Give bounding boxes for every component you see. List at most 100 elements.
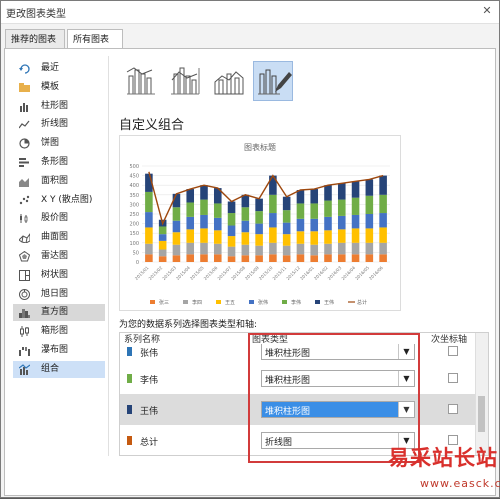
sidebar-item-label: 曲面图 (41, 232, 69, 243)
sidebar-item-label: 树状图 (41, 269, 69, 280)
legend-label: 总计 (357, 299, 367, 306)
bar-segment (269, 213, 277, 228)
clustered-column-line-icon (126, 67, 155, 95)
tab-recommended-charts[interactable]: 推荐的图表 (5, 29, 65, 49)
bar-segment (324, 243, 332, 255)
bar-segment (282, 222, 291, 235)
scrollbar-thumb[interactable] (478, 396, 485, 432)
legend-label: 王五 (225, 300, 235, 306)
y-tick-label: 250 (129, 212, 139, 218)
radar-chart-icon (19, 251, 30, 262)
bar-segment (186, 229, 195, 243)
sidebar-item-label: X Y (散点图) (41, 194, 93, 205)
sidebar-item-radar-chart[interactable]: 雷达图 (13, 248, 105, 265)
secondary-axis-checkbox[interactable] (448, 373, 458, 383)
legend-swatch (150, 300, 155, 304)
sidebar-item-histogram[interactable]: 直方图 (13, 304, 105, 322)
y-tick-label: 350 (129, 193, 139, 199)
bar-segment (351, 228, 360, 243)
panel-divider (108, 56, 109, 456)
bar-segment (310, 231, 319, 245)
sidebar-item-scatter-chart[interactable]: X Y (散点图) (13, 192, 105, 209)
sidebar-item-sunburst[interactable]: 旭日图 (13, 286, 105, 303)
tab-all-charts[interactable]: 所有图表 (67, 29, 123, 49)
y-tick-label: 100 (129, 241, 139, 247)
bar-segment (186, 189, 195, 203)
bar-segment (324, 200, 332, 217)
series-color-swatch (127, 405, 132, 414)
bar-segment (282, 245, 291, 256)
bar-segment (310, 189, 319, 204)
bar-segment (241, 255, 250, 262)
bar-segment (310, 244, 319, 256)
subtype-clustered-column-line-secondary[interactable] (165, 61, 205, 101)
bar-segment (145, 191, 153, 213)
pie-chart-icon (19, 138, 30, 149)
bar-segment (282, 196, 291, 211)
sidebar-item-folder[interactable]: 模板 (13, 79, 105, 96)
bar-segment (324, 230, 332, 244)
bar-segment (200, 185, 208, 200)
sidebar-item-stock-chart[interactable]: 股价图 (13, 210, 105, 227)
scatter-chart-icon (19, 195, 30, 204)
bar-segment (337, 254, 346, 262)
bar-segment (255, 198, 263, 212)
close-icon[interactable]: ✕ (479, 3, 495, 19)
watermark-title: 易采站长站 (388, 446, 498, 470)
bar-segment (351, 242, 360, 255)
sidebar-item-label: 旭日图 (41, 288, 69, 299)
bar-segment (172, 220, 181, 233)
bar-chart-icon (19, 158, 29, 167)
bar-segment (324, 254, 332, 262)
sidebar-item-combo-chart[interactable]: 组合 (13, 360, 105, 378)
bar-segment (365, 254, 374, 262)
secondary-axis-checkbox[interactable] (448, 346, 458, 356)
bar-segment (379, 254, 387, 262)
bar-segment (310, 218, 319, 232)
subtype-stacked-area-column[interactable] (209, 61, 249, 101)
bar-segment (351, 254, 360, 262)
subtype-clustered-column-line[interactable] (121, 61, 161, 101)
bar-segment (172, 207, 181, 221)
y-tick-label: 150 (129, 231, 139, 237)
sidebar-item-recent[interactable]: 最近 (13, 60, 105, 77)
sidebar-item-surface-chart[interactable]: 曲面图 (13, 229, 105, 246)
bar-segment (145, 227, 153, 244)
sidebar-item-pie-chart[interactable]: 饼图 (13, 135, 105, 152)
chart-preview-svg: 图表标题0501001502002503003504004505002015/0… (129, 142, 390, 306)
sidebar-item-line-chart[interactable]: 折线图 (13, 116, 105, 133)
sidebar-item-label: 柱形图 (41, 100, 69, 111)
bar-segment (351, 197, 360, 215)
bar-segment (379, 227, 387, 243)
sidebar-item-label: 雷达图 (41, 251, 69, 261)
bar-segment (241, 220, 250, 233)
bar-segment (337, 215, 346, 230)
subtype-custom-combination[interactable] (253, 61, 293, 101)
bar-segment (379, 213, 387, 228)
series-table-scrollbar[interactable] (475, 333, 488, 455)
bar-segment (337, 229, 346, 243)
legend-label: 张三 (159, 299, 169, 306)
sidebar-item-bar-chart[interactable]: 条形图 (13, 154, 105, 171)
bar-segment (200, 214, 208, 229)
sidebar-item-label: 股价图 (41, 213, 69, 224)
legend-label: 李伟 (291, 299, 301, 306)
line-chart-icon (19, 121, 30, 129)
x-tick-label: 2016/06 (368, 265, 384, 281)
bar-segment (255, 234, 263, 246)
series-color-swatch (127, 436, 132, 445)
sidebar-item-area-chart[interactable]: 面积图 (13, 173, 105, 190)
sidebar-item-label: 条形图 (41, 157, 69, 167)
sidebar-item-column-chart[interactable]: 柱形图 (13, 98, 105, 115)
sidebar-item-box-whisker[interactable]: 箱形图 (13, 323, 105, 340)
change-chart-type-dialog: 更改图表类型 ✕ 推荐的图表 所有图表 最近模板柱形图折线图饼图条形图面积图 X … (0, 0, 500, 498)
surface-chart-icon (19, 233, 30, 244)
secondary-axis-checkbox[interactable] (448, 404, 458, 414)
y-tick-label: 400 (129, 183, 139, 189)
bar-segment (310, 203, 319, 219)
sidebar-item-treemap[interactable]: 树状图 (13, 267, 105, 284)
sidebar-item-waterfall[interactable]: 瀑布图 (13, 342, 105, 359)
bar-segment (255, 255, 263, 262)
title-bar: 更改图表类型 ✕ (1, 1, 499, 24)
y-tick-label: 50 (133, 250, 139, 256)
